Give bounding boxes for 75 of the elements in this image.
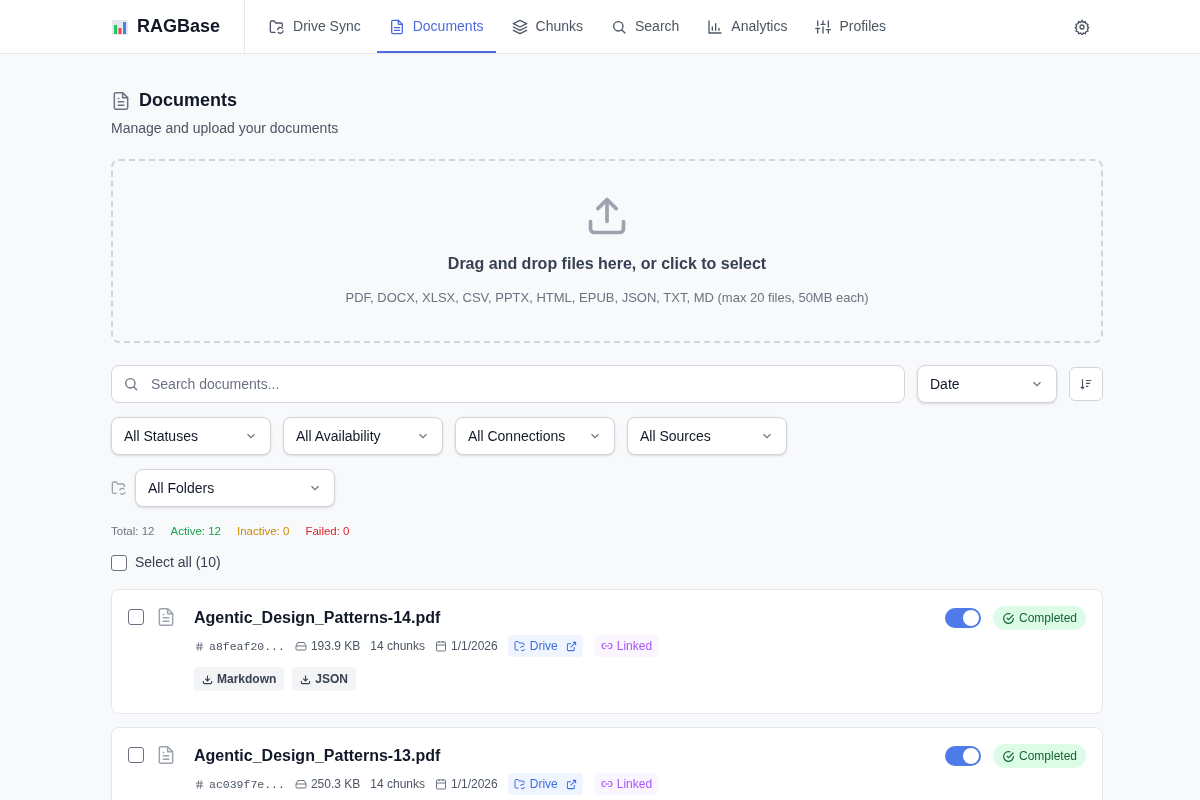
folder-sync-icon bbox=[513, 640, 526, 653]
calendar-icon bbox=[435, 640, 447, 653]
status-badge: Completed bbox=[992, 744, 1086, 769]
download-icon bbox=[300, 673, 312, 685]
filter-dropdown[interactable]: All Statuses bbox=[111, 417, 271, 455]
linked-badge: Linked bbox=[594, 635, 659, 658]
folder-sync-icon bbox=[269, 18, 286, 35]
document-name[interactable]: Agentic_Design_Patterns-13.pdf bbox=[194, 744, 933, 769]
layers-icon bbox=[511, 18, 528, 35]
document-date: 1/1/2026 bbox=[451, 638, 498, 656]
document-hash: a8feaf20... bbox=[209, 638, 285, 655]
search-icon bbox=[611, 18, 627, 35]
filter-dropdown[interactable]: All Availability bbox=[283, 417, 443, 455]
nav-tab[interactable]: Documents bbox=[376, 2, 496, 53]
document-size: 193.9 KB bbox=[310, 638, 361, 656]
drive-icon bbox=[294, 778, 307, 791]
nav-tab[interactable]: Search bbox=[599, 2, 692, 53]
drive-icon bbox=[294, 640, 307, 653]
nav-tab[interactable]: Profiles bbox=[803, 2, 899, 53]
check-circle-icon bbox=[1001, 611, 1015, 625]
hash-icon bbox=[194, 640, 205, 652]
stat-text: Active: 12 bbox=[170, 524, 221, 539]
document-icon bbox=[156, 607, 176, 628]
hash-icon bbox=[194, 778, 205, 790]
folder-sync-icon bbox=[513, 778, 526, 791]
filter-dropdown[interactable]: All Sources bbox=[627, 417, 787, 455]
select-all-checkbox[interactable] bbox=[111, 554, 127, 571]
external-link-icon bbox=[565, 640, 577, 652]
calendar-icon bbox=[435, 778, 447, 791]
upload-hint: PDF, DOCX, XLSX, CSV, PPTX, HTML, EPUB, JSON, TXT, MD (max 20 files, 50MB each) bbox=[345, 289, 869, 308]
active-toggle[interactable] bbox=[944, 608, 981, 629]
drive-source-link[interactable]: Drive bbox=[507, 773, 583, 796]
document-name[interactable]: Agentic_Design_Patterns-14.pdf bbox=[194, 606, 933, 631]
external-link-icon bbox=[565, 778, 577, 790]
stat-text: Total: 12 bbox=[111, 524, 155, 539]
filter-dropdown[interactable]: All Connections bbox=[455, 417, 615, 455]
chunk-count: 14 chunks bbox=[370, 776, 425, 794]
upload-title: Drag and drop files here, or click to select bbox=[447, 254, 767, 275]
stat-text: Failed: 0 bbox=[305, 524, 350, 539]
document-icon bbox=[111, 90, 131, 111]
select-all-label[interactable]: Select all (10) bbox=[135, 552, 221, 574]
stat-text: Inactive: 0 bbox=[237, 524, 290, 539]
sliders-icon bbox=[815, 18, 832, 35]
page-subtitle: Manage and upload your documents bbox=[111, 119, 340, 138]
search-icon bbox=[123, 376, 139, 392]
sort-icon bbox=[1079, 377, 1093, 391]
nav-tab[interactable]: Analytics bbox=[695, 2, 800, 53]
linked-badge: Linked bbox=[594, 773, 659, 796]
check-circle-icon bbox=[1001, 749, 1015, 763]
download-button[interactable]: Markdown bbox=[194, 667, 285, 692]
drive-source-link[interactable]: Drive bbox=[507, 635, 583, 658]
folder-sync-icon bbox=[111, 480, 127, 496]
document-hash: ac039f7e... bbox=[209, 776, 285, 793]
folder-dropdown[interactable]: All Folders bbox=[135, 469, 335, 507]
logo-icon bbox=[111, 17, 129, 36]
download-icon bbox=[202, 673, 213, 685]
document-icon bbox=[156, 745, 176, 766]
search-field[interactable]: Search documents... bbox=[111, 365, 905, 403]
document-icon bbox=[388, 18, 405, 35]
bar-chart-icon bbox=[707, 18, 724, 35]
document-checkbox[interactable] bbox=[128, 747, 144, 764]
status-badge: Completed bbox=[992, 606, 1086, 631]
upload-dropzone[interactable]: Drag and drop files here, or click to select PDF, DOCX, XLSX, CSV, PPTX, HTML, EPUB, JSON, TXT, MD (max 20 files, 50MB each) bbox=[111, 159, 1103, 343]
download-button[interactable]: JSON bbox=[292, 667, 357, 692]
nav-tab[interactable]: Drive Sync bbox=[257, 2, 373, 53]
nav-tab[interactable]: Chunks bbox=[499, 2, 595, 53]
document-size: 250.3 KB bbox=[310, 776, 361, 794]
app-name: RAGBase bbox=[137, 15, 221, 38]
document-date: 1/1/2026 bbox=[451, 776, 498, 794]
settings-icon[interactable] bbox=[1074, 18, 1090, 35]
document-checkbox[interactable] bbox=[128, 609, 144, 626]
sort-dropdown[interactable]: Date bbox=[917, 365, 1057, 403]
chunk-count: 14 chunks bbox=[370, 638, 425, 656]
page-title: Documents bbox=[139, 89, 237, 112]
active-toggle[interactable] bbox=[944, 746, 981, 767]
